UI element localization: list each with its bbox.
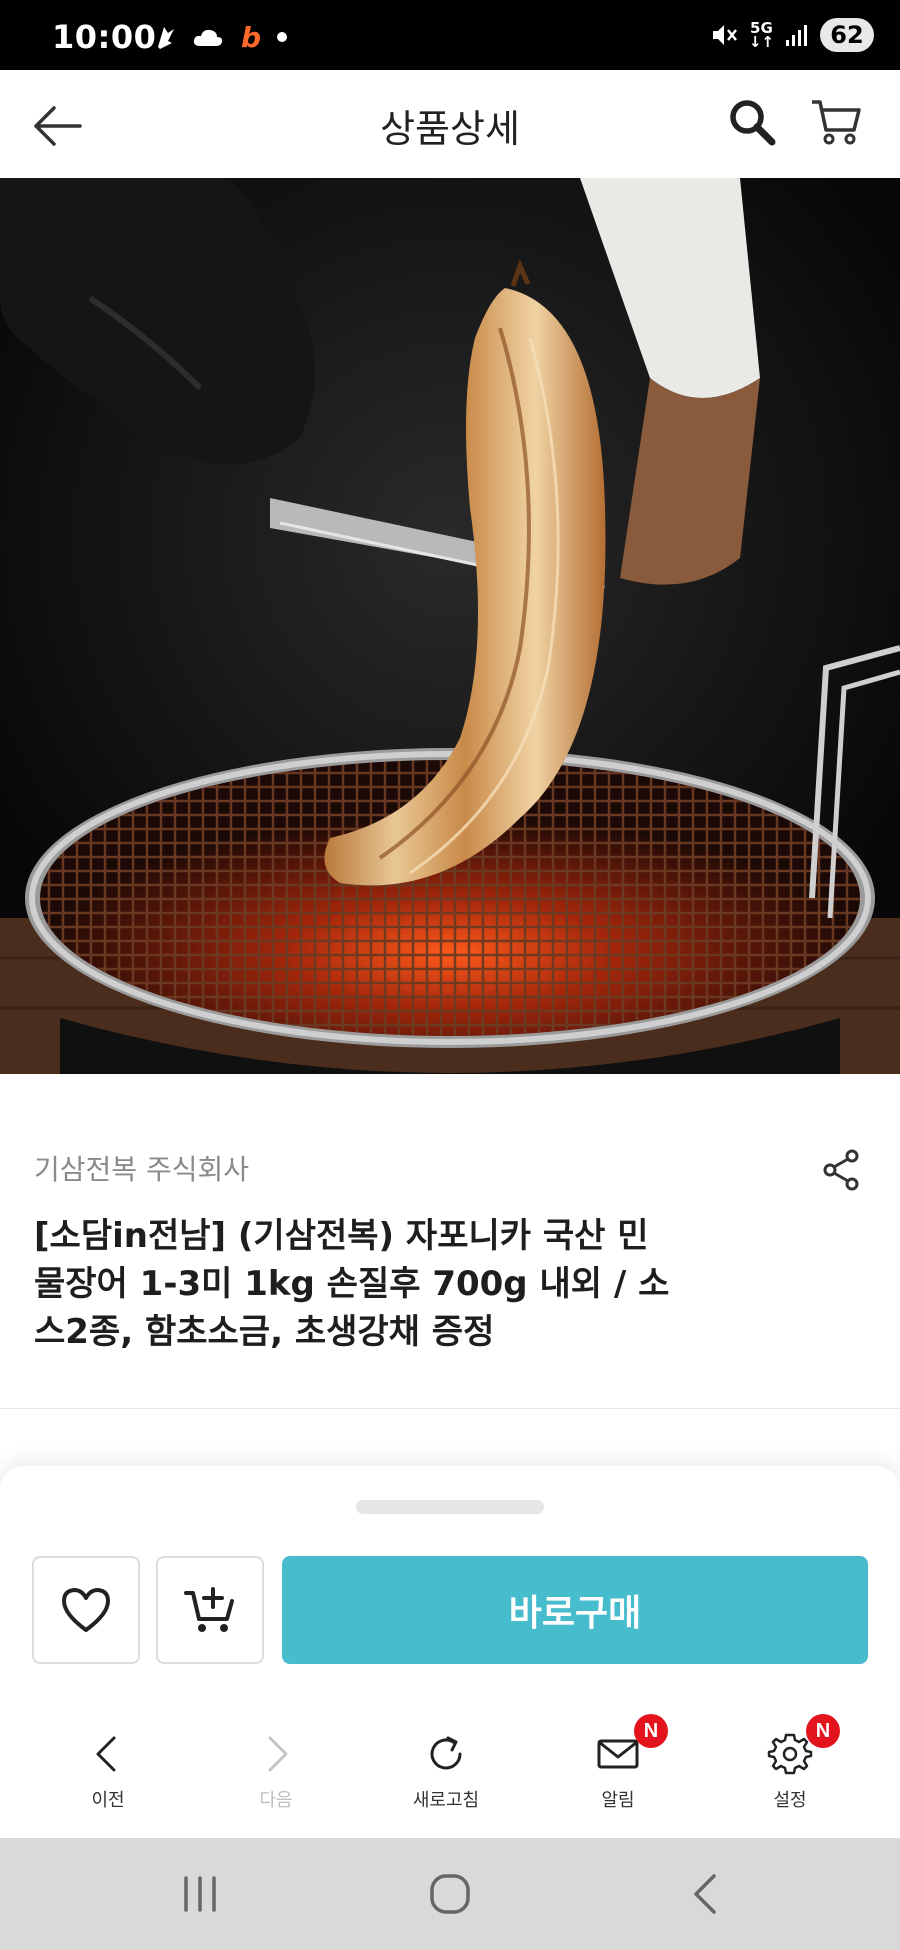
seller-name[interactable]: 기삼전복 주식회사 (34, 1148, 249, 1188)
back-icon (694, 1874, 716, 1914)
nav-refresh[interactable]: 새로고침 (386, 1730, 506, 1830)
status-notification-icons: b (152, 22, 288, 52)
app-header: 상품상세 (0, 70, 900, 178)
nav-next[interactable]: 다음 (216, 1730, 336, 1830)
status-bar: 10:00 b 5G ↓↑ 62 (0, 0, 900, 70)
nav-notifications[interactable]: N 알림 (558, 1714, 678, 1830)
product-title-line: 스2종, 함초소금, 초생강채 증정 (34, 1312, 495, 1352)
add-to-cart-button[interactable] (156, 1556, 264, 1664)
nav-settings[interactable]: N 설정 (730, 1714, 850, 1830)
cloud-icon (193, 29, 223, 46)
purchase-sheet: 바로구매 (0, 1466, 900, 1716)
svg-text:b: b (241, 22, 261, 52)
share-icon (823, 1149, 859, 1191)
5g-icon: 5G ↓↑ (748, 19, 774, 51)
wishlist-button[interactable] (32, 1556, 140, 1664)
nav-label: 설정 (773, 1790, 807, 1811)
mute-icon (712, 25, 737, 45)
heart-icon (62, 1588, 110, 1632)
network-type: 5G (750, 19, 773, 37)
cart-plus-icon (184, 1587, 234, 1632)
nav-label: 이전 (91, 1790, 125, 1811)
cart-icon (812, 100, 861, 145)
notification-badge: N (634, 1714, 668, 1748)
settings-badge: N (806, 1714, 840, 1748)
divider (0, 1408, 900, 1409)
system-navigation-bar (0, 1838, 900, 1950)
bottom-nav: 이전 다음 새로고침 N 알림 N 설정 (0, 1714, 900, 1838)
product-photo (0, 178, 900, 1074)
nav-prev[interactable]: 이전 (48, 1730, 168, 1830)
product-title-line: [소담in전남] (기삼전복) 자포니카 국산 민 (34, 1216, 649, 1256)
nav-label: 다음 (259, 1790, 293, 1811)
signal-icon (786, 25, 807, 46)
search-icon (730, 100, 776, 146)
home-button[interactable] (420, 1866, 480, 1922)
product-image[interactable] (0, 178, 900, 1074)
buy-now-button[interactable]: 바로구매 (282, 1556, 868, 1664)
app-icon (158, 27, 174, 49)
status-time: 10:00 (52, 18, 157, 56)
chevron-left-icon (96, 1736, 116, 1772)
nav-label: 알림 (601, 1790, 635, 1811)
product-title: [소담in전남] (기삼전복) 자포니카 국산 민 물장어 1-3미 1kg 손… (34, 1212, 734, 1356)
sheet-drag-handle[interactable] (356, 1500, 544, 1514)
home-icon (430, 1874, 470, 1914)
battery-icon: 62 (820, 18, 874, 52)
search-button[interactable] (724, 94, 780, 150)
system-back-button[interactable] (676, 1866, 736, 1922)
refresh-icon (430, 1736, 462, 1770)
product-title-line: 물장어 1-3미 1kg 손질후 700g 내외 / 소 (34, 1264, 670, 1304)
share-button[interactable] (818, 1146, 866, 1194)
dot-icon (277, 32, 287, 42)
status-system-icons: 5G ↓↑ 62 (709, 18, 874, 52)
b-app-icon: b (241, 22, 261, 52)
recent-apps-icon (184, 1876, 216, 1912)
recent-apps-button[interactable] (170, 1866, 230, 1922)
cart-button[interactable] (808, 94, 864, 150)
nav-label: 새로고침 (412, 1790, 480, 1811)
chevron-right-icon (268, 1736, 288, 1772)
